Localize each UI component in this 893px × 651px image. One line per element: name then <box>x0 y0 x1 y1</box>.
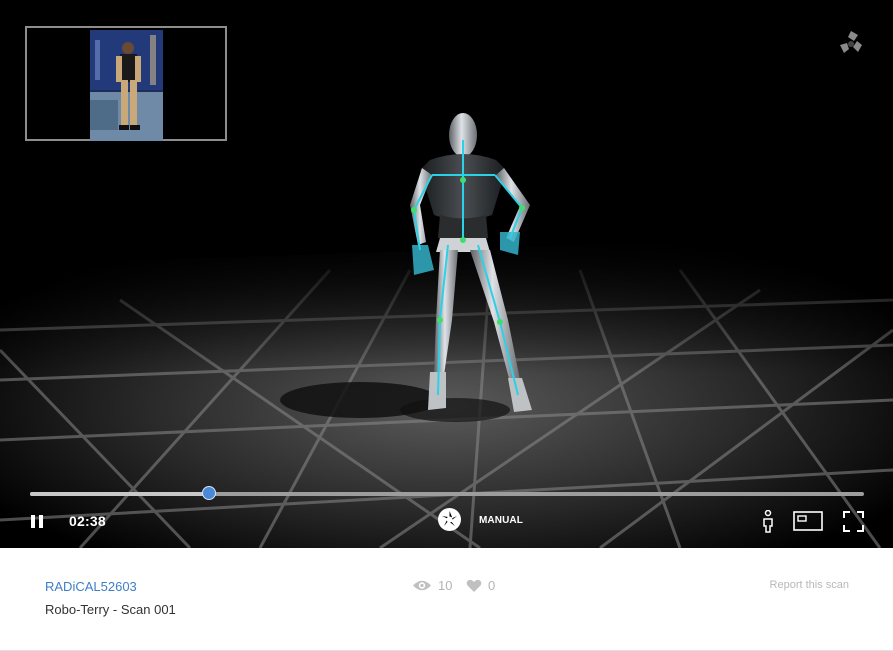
timeline-progress <box>30 492 210 496</box>
timeline-scrubber[interactable] <box>30 486 864 500</box>
likes-count[interactable]: 0 <box>466 578 495 593</box>
report-scan-link[interactable]: Report this scan <box>770 579 849 591</box>
pause-button[interactable] <box>29 513 47 531</box>
likes-value: 0 <box>488 578 496 593</box>
views-count: 10 <box>412 578 452 593</box>
source-video-pip[interactable] <box>25 26 227 141</box>
playback-time: 02:38 <box>69 513 106 529</box>
scan-info-bar: RADiCAL52603 Robo-Terry - Scan 001 10 0 … <box>0 548 893 651</box>
skeleton-figure-icon[interactable] <box>761 510 775 534</box>
pause-icon <box>31 515 35 528</box>
camera-aperture-icon[interactable] <box>437 507 462 532</box>
views-value: 10 <box>438 578 453 593</box>
scan-viewer[interactable]: 02:38 MANUAL <box>0 0 893 548</box>
picture-in-picture-icon[interactable] <box>793 511 823 531</box>
username-link[interactable]: RADiCAL52603 <box>45 579 137 594</box>
heart-icon[interactable] <box>466 579 482 593</box>
fullscreen-icon[interactable] <box>843 511 864 532</box>
scan-title: Robo-Terry - Scan 001 <box>45 602 176 617</box>
eye-icon <box>413 580 431 591</box>
source-video-frame <box>90 30 163 141</box>
camera-mode-button[interactable]: MANUAL <box>479 515 523 526</box>
radical-logo-icon <box>840 31 862 53</box>
